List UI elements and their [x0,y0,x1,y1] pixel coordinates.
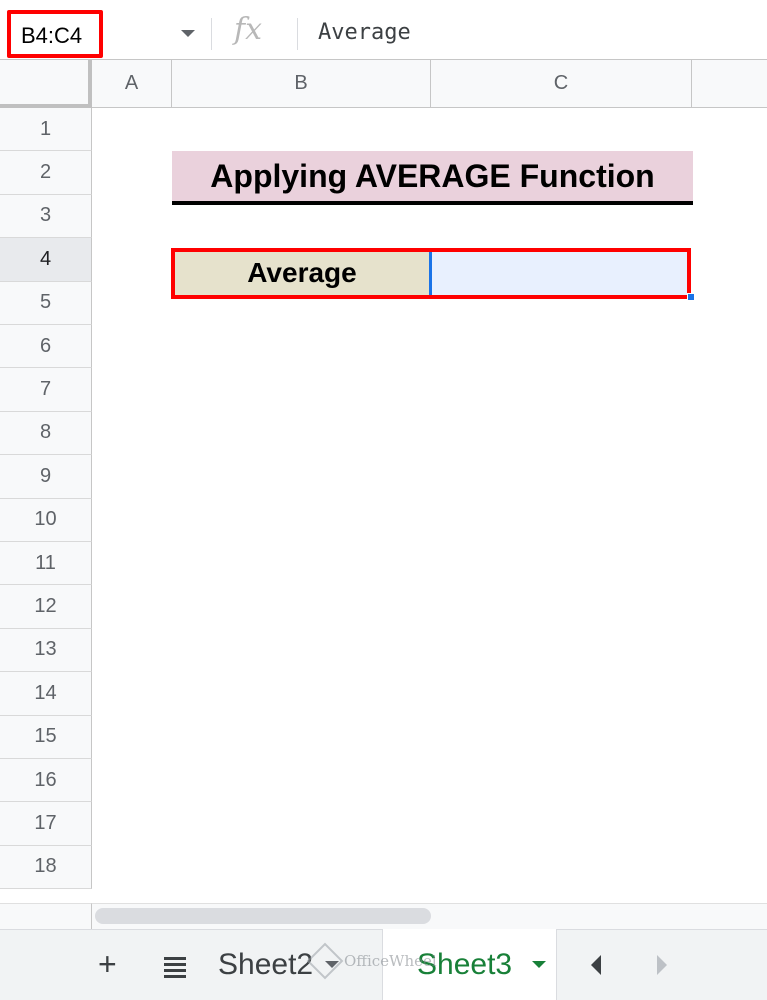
row-header-16[interactable]: 16 [0,759,92,803]
row-header-13[interactable]: 13 [0,628,92,673]
scroll-gutter [0,903,92,929]
formula-bar: B4:C4 fx Average [0,0,767,60]
row-header-11[interactable]: 11 [0,542,92,586]
horizontal-scrollbar-thumb[interactable] [95,908,431,924]
select-all-corner[interactable] [0,60,92,108]
row-header-17[interactable]: 17 [0,802,92,846]
row-header-10[interactable]: 10 [0,498,92,542]
fill-handle[interactable] [687,293,695,301]
all-sheets-menu-icon[interactable] [164,957,186,981]
row-header-6[interactable]: 6 [0,325,92,369]
column-header-c[interactable]: C [431,60,692,108]
officewheel-logo-icon [306,942,344,980]
row-header-3[interactable]: 3 [0,194,92,239]
row-header-2[interactable]: 2 [0,151,92,195]
row-header-14[interactable]: 14 [0,672,92,716]
row-header-8[interactable]: 8 [0,411,92,456]
row-header-4[interactable]: 4 [0,238,92,282]
divider [211,18,212,50]
name-box-value: B4:C4 [21,23,83,48]
sheet-title: Applying AVERAGE Function [210,157,655,194]
add-sheet-icon[interactable]: + [98,948,117,980]
row-header-5[interactable]: 5 [0,281,92,325]
title-cell[interactable]: Applying AVERAGE Function [172,151,693,205]
column-header-b[interactable]: B [172,60,431,108]
name-box[interactable]: B4:C4 [7,10,103,58]
column-header-d[interactable] [692,60,767,108]
scroll-tabs-right-icon[interactable] [657,955,667,975]
row-header-12[interactable]: 12 [0,585,92,629]
chevron-down-icon[interactable] [532,961,547,968]
watermark-text: OfficeWheel [344,952,437,970]
column-header-a[interactable]: A [92,60,172,108]
row-header-1[interactable]: 1 [0,108,92,152]
row-header-7[interactable]: 7 [0,368,92,412]
formula-input[interactable]: Average [318,20,411,45]
fx-icon: fx [234,12,263,47]
row-header-15[interactable]: 15 [0,715,92,759]
cell-grid[interactable] [92,108,767,902]
selection-highlight-box [171,248,691,299]
scroll-tabs-left-icon[interactable] [591,955,601,975]
tab-label: Sheet2 [218,947,314,981]
watermark: OfficeWheel [306,942,437,980]
row-header-9[interactable]: 9 [0,455,92,499]
row-header-18[interactable]: 18 [0,845,92,890]
divider [297,18,298,50]
chevron-down-icon[interactable] [181,30,195,37]
